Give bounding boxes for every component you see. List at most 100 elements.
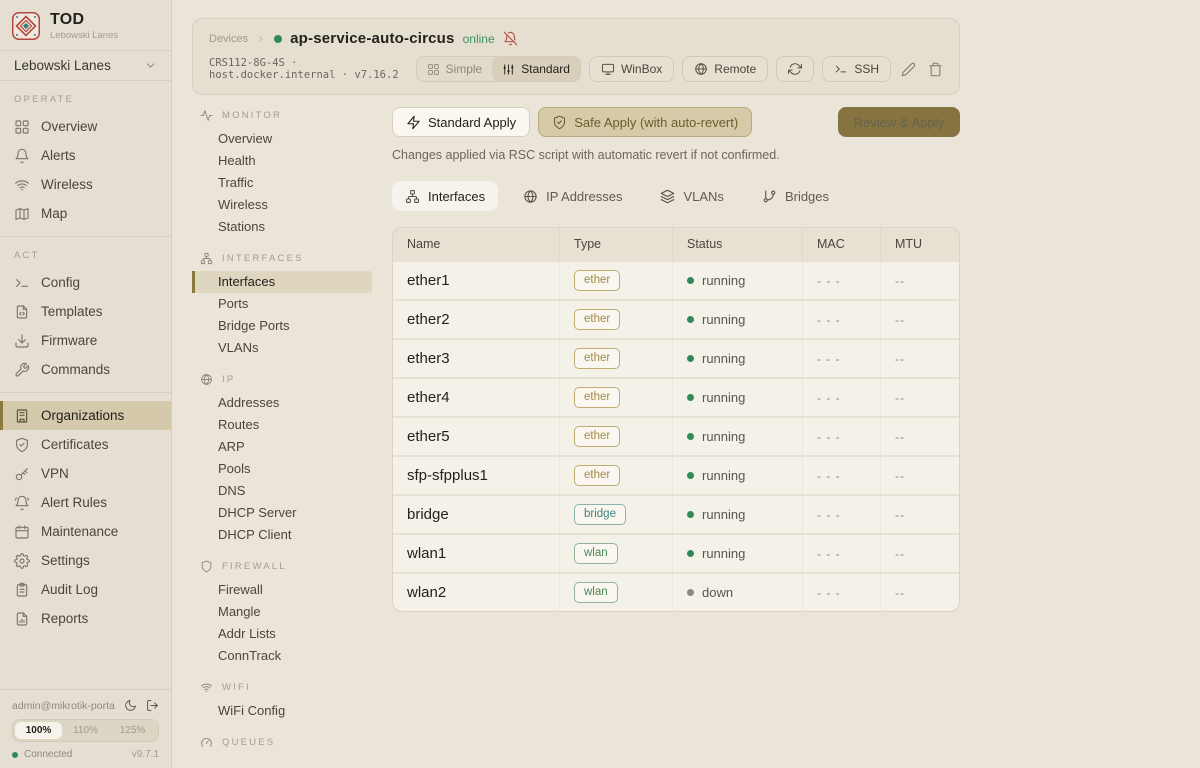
sidebar-item-firmware[interactable]: Firmware xyxy=(0,326,171,355)
wifi-icon xyxy=(14,177,30,193)
config-item-dhcp-server[interactable]: DHCP Server xyxy=(192,502,372,524)
sidebar-item-wireless[interactable]: Wireless xyxy=(0,170,171,199)
logout-icon[interactable] xyxy=(146,699,159,712)
interface-name: sfp-sfpplus1 xyxy=(393,457,559,494)
sidebar-item-maintenance[interactable]: Maintenance xyxy=(0,517,171,546)
file-code-icon xyxy=(14,304,30,320)
config-item-dns[interactable]: DNS xyxy=(192,480,372,502)
sidebar-item-settings[interactable]: Settings xyxy=(0,546,171,575)
config-item-ports[interactable]: Ports xyxy=(192,293,372,315)
config-item-addresses[interactable]: Addresses xyxy=(192,392,372,414)
config-item-firewall[interactable]: Firewall xyxy=(192,579,372,601)
table-row-ether4[interactable]: ether4etherrunning- - --- xyxy=(393,379,959,416)
device-name: ap-service-auto-circus xyxy=(290,30,454,47)
remote-button[interactable]: Remote xyxy=(682,56,768,82)
zoom-option-110[interactable]: 110% xyxy=(62,722,109,739)
branch-icon xyxy=(762,189,777,204)
breadcrumb-separator-icon xyxy=(256,34,266,44)
zoom-option-125[interactable]: 125% xyxy=(109,722,156,739)
winbox-button[interactable]: WinBox xyxy=(589,56,674,82)
review-apply-button[interactable]: Review & Apply xyxy=(838,107,960,137)
sidebar-item-commands[interactable]: Commands xyxy=(0,355,171,384)
mac-cell: - - - xyxy=(802,457,880,494)
sidebar-item-vpn[interactable]: VPN xyxy=(0,459,171,488)
config-nav: MONITOROverviewHealthTrafficWirelessStat… xyxy=(192,107,392,761)
table-row-wlan2[interactable]: wlan2wlandown- - --- xyxy=(393,574,959,611)
sidebar-item-alerts[interactable]: Alerts xyxy=(0,141,171,170)
edit-button[interactable] xyxy=(901,62,916,77)
clipboard-icon xyxy=(14,582,30,598)
sidebar-item-map[interactable]: Map xyxy=(0,199,171,228)
zoom-option-100[interactable]: 100% xyxy=(15,722,62,739)
activity-icon xyxy=(200,109,213,122)
safe-apply-button[interactable]: Safe Apply (with auto-revert) xyxy=(538,107,752,137)
config-item-traffic[interactable]: Traffic xyxy=(192,172,372,194)
zoom-control: 100%110%125% xyxy=(12,719,159,742)
tab-vlans[interactable]: VLANs xyxy=(647,181,736,211)
tab-interfaces[interactable]: Interfaces xyxy=(392,181,498,211)
wifi-icon xyxy=(200,681,213,694)
config-item-vlans[interactable]: VLANs xyxy=(192,337,372,359)
config-item-bridge-ports[interactable]: Bridge Ports xyxy=(192,315,372,337)
table-row-bridge[interactable]: bridgebridgerunning- - --- xyxy=(393,496,959,533)
config-item-stations[interactable]: Stations xyxy=(192,216,372,238)
panel-tabs: Interfaces IP Addresses VLANs Bridges xyxy=(392,181,960,211)
delete-button[interactable] xyxy=(928,62,943,77)
table-row-sfp-sfpplus1[interactable]: sfp-sfpplus1etherrunning- - --- xyxy=(393,457,959,494)
table-row-ether5[interactable]: ether5etherrunning- - --- xyxy=(393,418,959,455)
view-mode-standard[interactable]: Standard xyxy=(492,57,580,81)
config-item-arp[interactable]: ARP xyxy=(192,436,372,458)
report-icon xyxy=(14,611,30,627)
table-row-ether1[interactable]: ether1etherrunning- - --- xyxy=(393,262,959,299)
view-mode-simple[interactable]: Simple xyxy=(417,57,493,81)
sidebar-item-alert-rules[interactable]: Alert Rules xyxy=(0,488,171,517)
config-item-routes[interactable]: Routes xyxy=(192,414,372,436)
app-version: v9.7.1 xyxy=(132,749,159,760)
config-item-pools[interactable]: Pools xyxy=(192,458,372,480)
config-item-health[interactable]: Health xyxy=(192,150,372,172)
config-item-mangle[interactable]: Mangle xyxy=(192,601,372,623)
status-cell: running xyxy=(687,546,745,561)
sidebar-item-overview[interactable]: Overview xyxy=(0,112,171,141)
standard-apply-button[interactable]: Standard Apply xyxy=(392,107,530,137)
sidebar-item-label: Reports xyxy=(41,611,88,626)
sidebar-item-templates[interactable]: Templates xyxy=(0,297,171,326)
config-item-dhcp-client[interactable]: DHCP Client xyxy=(192,524,372,546)
org-selector[interactable]: Lebowski Lanes xyxy=(0,51,171,81)
config-item-overview[interactable]: Overview xyxy=(192,128,372,150)
config-item-wifi-config[interactable]: WiFi Config xyxy=(192,700,372,722)
tab-bridges[interactable]: Bridges xyxy=(749,181,842,211)
config-item-addr-lists[interactable]: Addr Lists xyxy=(192,623,372,645)
mtu-cell: -- xyxy=(880,418,959,455)
sidebar-item-organizations[interactable]: Organizations xyxy=(0,401,171,430)
tab-ip-addresses[interactable]: IP Addresses xyxy=(510,181,635,211)
config-item-wireless[interactable]: Wireless xyxy=(192,194,372,216)
sidebar-section-label: ACT xyxy=(0,245,171,268)
ssh-button[interactable]: SSH xyxy=(822,56,891,82)
shield-icon xyxy=(200,560,213,573)
sidebar-item-config[interactable]: Config xyxy=(0,268,171,297)
interface-name: ether3 xyxy=(393,340,559,377)
table-row-wlan1[interactable]: wlan1wlanrunning- - --- xyxy=(393,535,959,572)
config-section-wifi: WIFI xyxy=(192,667,392,700)
breadcrumb[interactable]: Devices xyxy=(209,33,248,45)
sidebar-item-certificates[interactable]: Certificates xyxy=(0,430,171,459)
bell-icon xyxy=(14,148,30,164)
table-row-ether2[interactable]: ether2etherrunning- - --- xyxy=(393,301,959,338)
interface-name: ether5 xyxy=(393,418,559,455)
download-icon xyxy=(14,333,30,349)
type-badge: bridge xyxy=(574,504,626,526)
table-row-ether3[interactable]: ether3etherrunning- - --- xyxy=(393,340,959,377)
refresh-button[interactable] xyxy=(776,56,814,82)
globe-icon xyxy=(200,373,213,386)
sidebar-divider xyxy=(0,236,171,237)
dark-mode-toggle-icon[interactable] xyxy=(124,699,137,712)
config-item-conntrack[interactable]: ConnTrack xyxy=(192,645,372,667)
connection-status-dot xyxy=(12,752,18,758)
config-item-interfaces[interactable]: Interfaces xyxy=(192,271,372,293)
notifications-muted-icon[interactable] xyxy=(503,31,518,46)
sidebar-item-audit-log[interactable]: Audit Log xyxy=(0,575,171,604)
config-item-queues[interactable]: Queues xyxy=(192,755,372,761)
sidebar-item-reports[interactable]: Reports xyxy=(0,604,171,633)
device-panel: Standard Apply Safe Apply (with auto-rev… xyxy=(392,107,960,761)
